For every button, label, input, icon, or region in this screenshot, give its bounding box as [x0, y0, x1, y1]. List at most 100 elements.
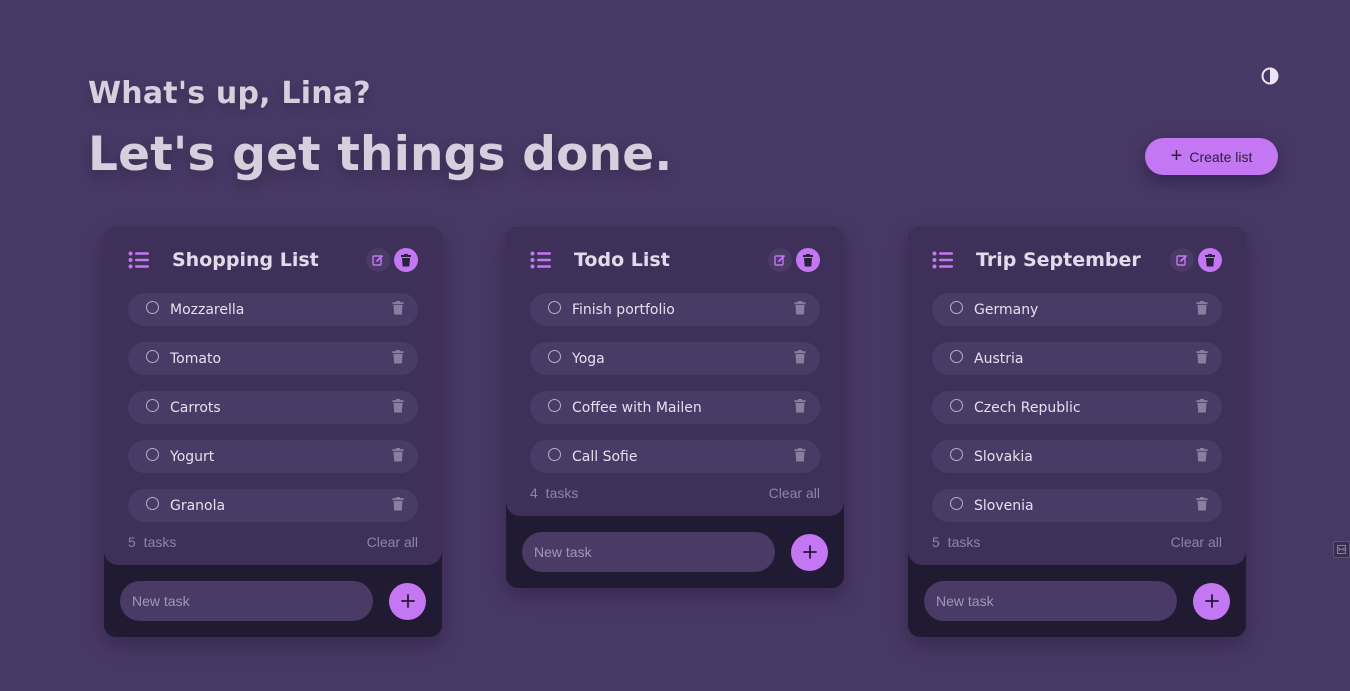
- add-task-button[interactable]: [1193, 582, 1230, 620]
- clear-all-link[interactable]: Clear all: [1171, 534, 1222, 550]
- task-item: Mozzarella: [128, 293, 418, 326]
- task-item: Carrots: [128, 391, 418, 424]
- task-item: Call Sofie: [530, 440, 820, 473]
- task-text: Finish portfolio: [572, 301, 675, 318]
- task-item: Yogurt: [128, 440, 418, 473]
- task-text: Germany: [974, 301, 1039, 318]
- list-icon: [128, 251, 149, 269]
- task-checkbox[interactable]: [950, 497, 963, 510]
- list-title: Trip September: [976, 249, 1141, 271]
- trash-icon[interactable]: [1196, 496, 1208, 511]
- tasks-count: 5 tasks: [128, 533, 177, 550]
- task-list: Germany Austria Czech Republic Slovakia …: [932, 293, 1222, 522]
- plus-icon: +: [1170, 144, 1183, 167]
- clear-all-link[interactable]: Clear all: [769, 485, 820, 501]
- task-text: Austria: [974, 350, 1024, 367]
- task-checkbox[interactable]: [146, 448, 159, 461]
- trash-icon[interactable]: [392, 447, 404, 462]
- task-item: Tomato: [128, 342, 418, 375]
- plus-icon: [802, 545, 817, 559]
- edit-list-button[interactable]: [768, 248, 792, 272]
- trash-icon[interactable]: [1196, 447, 1208, 462]
- new-task-input[interactable]: [522, 532, 776, 572]
- new-task-input[interactable]: [120, 581, 374, 621]
- task-text: Czech Republic: [974, 399, 1081, 416]
- trash-icon: [803, 253, 813, 266]
- create-list-button[interactable]: + Create list: [1145, 138, 1278, 175]
- plus-icon: [1204, 594, 1219, 608]
- trash-icon[interactable]: [794, 300, 806, 315]
- task-checkbox[interactable]: [548, 448, 561, 461]
- delete-list-button[interactable]: [1198, 248, 1222, 272]
- clear-all-link[interactable]: Clear all: [367, 534, 418, 550]
- delete-list-button[interactable]: [394, 248, 418, 272]
- edit-icon: [372, 254, 384, 266]
- task-text: Slovenia: [974, 497, 1034, 514]
- trash-icon[interactable]: [794, 447, 806, 462]
- task-text: Granola: [170, 497, 226, 514]
- trash-icon[interactable]: [392, 300, 404, 315]
- task-text: Yoga: [572, 350, 605, 367]
- trash-icon: [401, 253, 411, 266]
- edit-list-button[interactable]: [1170, 248, 1194, 272]
- task-list: Finish portfolio Yoga Coffee with Mailen…: [530, 293, 820, 473]
- task-text: Coffee with Mailen: [572, 399, 702, 416]
- page-headline: Let's get things done.: [88, 127, 673, 182]
- task-checkbox[interactable]: [950, 301, 963, 314]
- trash-icon[interactable]: [1196, 398, 1208, 413]
- contrast-icon: [1261, 67, 1279, 85]
- task-item: Yoga: [530, 342, 820, 375]
- task-checkbox[interactable]: [950, 399, 963, 412]
- trash-icon[interactable]: [392, 398, 404, 413]
- greeting: What's up, Lina?: [88, 76, 371, 111]
- task-text: Slovakia: [974, 448, 1033, 465]
- delete-list-button[interactable]: [796, 248, 820, 272]
- task-item: Austria: [932, 342, 1222, 375]
- widget-icon: [1337, 545, 1346, 554]
- task-checkbox[interactable]: [548, 350, 561, 363]
- task-checkbox[interactable]: [950, 448, 963, 461]
- edit-icon: [1176, 254, 1188, 266]
- extension-widget[interactable]: [1333, 541, 1350, 558]
- task-checkbox[interactable]: [146, 301, 159, 314]
- task-checkbox[interactable]: [146, 399, 159, 412]
- task-item: Slovenia: [932, 489, 1222, 522]
- trash-icon[interactable]: [1196, 349, 1208, 364]
- tasks-count: 4 tasks: [530, 484, 579, 501]
- theme-toggle-button[interactable]: [1261, 67, 1279, 85]
- task-item: Finish portfolio: [530, 293, 820, 326]
- task-text: Mozzarella: [170, 301, 245, 318]
- task-text: Tomato: [170, 350, 222, 367]
- plus-icon: [400, 594, 415, 608]
- add-task-button[interactable]: [389, 582, 426, 620]
- task-item: Coffee with Mailen: [530, 391, 820, 424]
- task-list: Mozzarella Tomato Carrots Yogurt Granola: [128, 293, 418, 522]
- task-checkbox[interactable]: [146, 497, 159, 510]
- task-checkbox[interactable]: [548, 399, 561, 412]
- trash-icon[interactable]: [1196, 300, 1208, 315]
- task-text: Carrots: [170, 399, 221, 416]
- task-item: Granola: [128, 489, 418, 522]
- task-checkbox[interactable]: [548, 301, 561, 314]
- list-card: Todo List Finish portfolio Yoga Coffee w…: [506, 227, 844, 588]
- list-icon: [530, 251, 551, 269]
- trash-icon[interactable]: [392, 349, 404, 364]
- task-checkbox[interactable]: [146, 350, 159, 363]
- list-icon: [932, 251, 953, 269]
- trash-icon[interactable]: [794, 398, 806, 413]
- list-card: Trip September Germany Austria Czech Rep…: [908, 227, 1246, 637]
- edit-icon: [774, 254, 786, 266]
- trash-icon: [1205, 253, 1215, 266]
- list-card: Shopping List Mozzarella Tomato Carrots …: [104, 227, 442, 637]
- task-checkbox[interactable]: [950, 350, 963, 363]
- trash-icon[interactable]: [392, 496, 404, 511]
- edit-list-button[interactable]: [366, 248, 390, 272]
- task-text: Yogurt: [170, 448, 215, 465]
- task-item: Slovakia: [932, 440, 1222, 473]
- add-task-button[interactable]: [791, 533, 828, 571]
- list-title: Todo List: [574, 249, 670, 271]
- trash-icon[interactable]: [794, 349, 806, 364]
- list-title: Shopping List: [172, 249, 319, 271]
- new-task-input[interactable]: [924, 581, 1178, 621]
- task-item: Czech Republic: [932, 391, 1222, 424]
